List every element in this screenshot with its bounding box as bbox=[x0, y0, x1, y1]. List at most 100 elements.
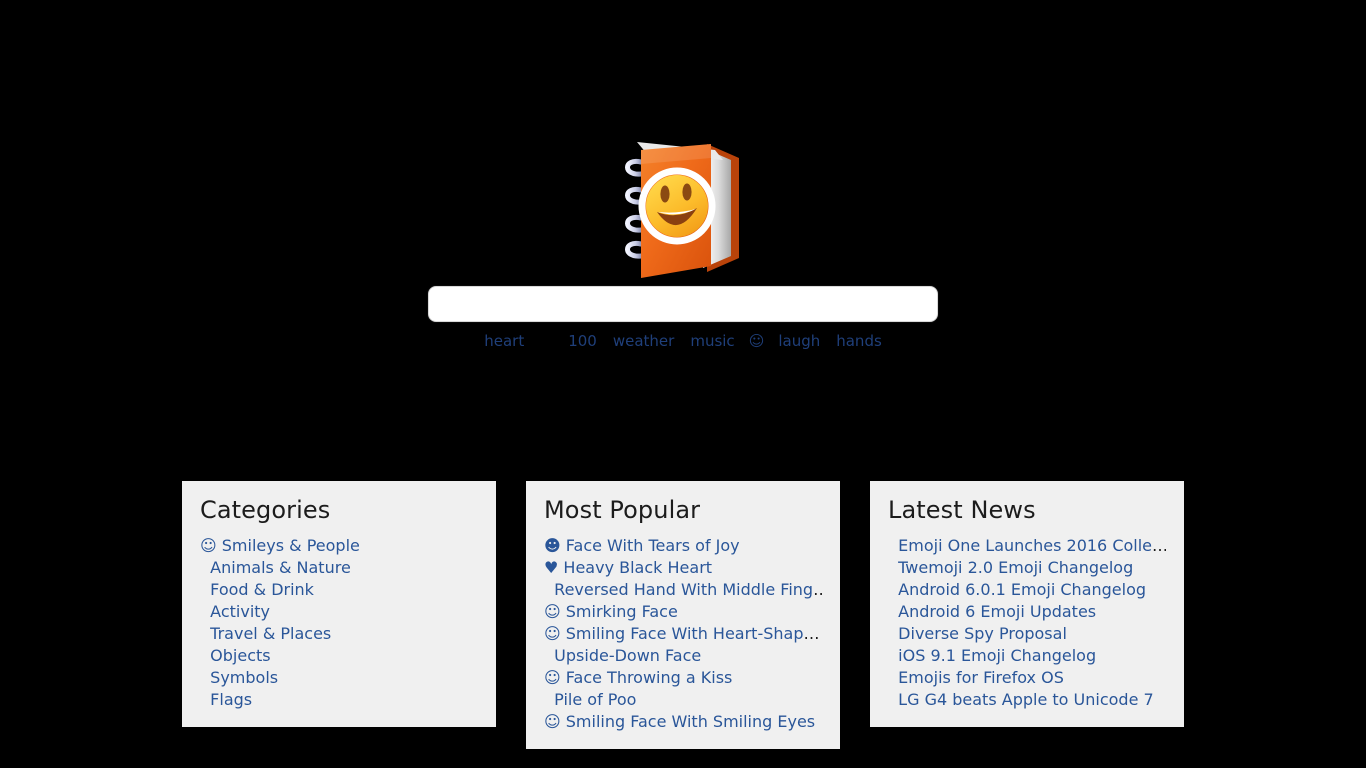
list-item: ☺ Smirking Face bbox=[544, 601, 822, 623]
list-item: Twemoji 2.0 Emoji Changelog bbox=[888, 557, 1166, 579]
list-item-label: Emoji One Launches 2016 Colle bbox=[893, 536, 1153, 555]
list-item-label: Activity bbox=[205, 602, 271, 621]
list-item: Animals & Nature bbox=[200, 557, 478, 579]
list-item-link[interactable]: ☻ Face With Tears of Joy bbox=[544, 536, 740, 555]
list-item-link[interactable]: Emojis for Firefox OS bbox=[888, 668, 1064, 687]
list-item-link[interactable]: Android 6.0.1 Emoji Changelog bbox=[888, 580, 1146, 599]
smirking-face-icon[interactable]: ☺ bbox=[749, 332, 765, 350]
list-item: Flags bbox=[200, 689, 478, 711]
list-item: ☺ Face Throwing a Kiss bbox=[544, 667, 822, 689]
list-item: ☺ Smiling Face With Heart-Shap… bbox=[544, 623, 822, 645]
list-item: ☻ Face With Tears of Joy bbox=[544, 535, 822, 557]
emojipedia-homepage: heart 100 weather music ☺ laugh hands Categori… bbox=[0, 0, 1366, 768]
panel-most-popular: Most Popular ☻ Face With Tears of Joy ♥ H… bbox=[526, 481, 840, 749]
list-item-link[interactable]: ☺ Smiling Face With Heart-Shap bbox=[544, 624, 803, 643]
list-item: Diverse Spy Proposal bbox=[888, 623, 1166, 645]
list-item-label: Twemoji 2.0 Emoji Changelog bbox=[893, 558, 1134, 577]
truncation-ellipsis: … bbox=[803, 624, 820, 643]
truncation-ellipsis: … bbox=[813, 580, 822, 599]
list-item-label: Pile of Poo bbox=[549, 690, 637, 709]
list-item-link[interactable]: ☺ Face Throwing a Kiss bbox=[544, 668, 732, 687]
list-item: Pile of Poo bbox=[544, 689, 822, 711]
list-item-link[interactable]: Animals & Nature bbox=[200, 558, 351, 577]
list-item-label: Android 6 Emoji Updates bbox=[893, 602, 1097, 621]
tag-heart[interactable]: heart bbox=[484, 332, 524, 350]
list-item-label: Emojis for Firefox OS bbox=[893, 668, 1064, 687]
list-item-link[interactable]: Emoji One Launches 2016 Colle bbox=[888, 536, 1152, 555]
tag-100[interactable]: 100 bbox=[568, 332, 597, 350]
list-item: Android 6 Emoji Updates bbox=[888, 601, 1166, 623]
panel-categories-title: Categories bbox=[200, 496, 331, 524]
list-item-link[interactable]: ♥ Heavy Black Heart bbox=[544, 558, 712, 577]
list-item-link[interactable]: Upside-Down Face bbox=[544, 646, 701, 665]
list-item: Reversed Hand With Middle Fing… bbox=[544, 579, 822, 601]
list-item-link[interactable]: Twemoji 2.0 Emoji Changelog bbox=[888, 558, 1133, 577]
list-item-label: Android 6.0.1 Emoji Changelog bbox=[893, 580, 1147, 599]
list-item-link[interactable]: Travel & Places bbox=[200, 624, 331, 643]
tag-laugh[interactable]: laugh bbox=[778, 332, 820, 350]
list-item: ☺ Smiling Face With Smiling Eyes bbox=[544, 711, 822, 733]
emoji-icon: ☺ bbox=[544, 602, 561, 621]
list-item: Travel & Places bbox=[200, 623, 478, 645]
search-row bbox=[0, 286, 1366, 322]
list-item: ♥ Heavy Black Heart bbox=[544, 557, 822, 579]
panel-categories: Categories ☺ Smileys & People Animals & … bbox=[182, 481, 496, 727]
tag-hands[interactable]: hands bbox=[836, 332, 882, 350]
list-item: Objects bbox=[200, 645, 478, 667]
emoji-icon: ☺ bbox=[200, 536, 217, 555]
list-item-link[interactable]: Diverse Spy Proposal bbox=[888, 624, 1067, 643]
list-item-label: Travel & Places bbox=[205, 624, 332, 643]
list-item-link[interactable]: iOS 9.1 Emoji Changelog bbox=[888, 646, 1096, 665]
list-item-link[interactable]: ☺ Smiling Face With Smiling Eyes bbox=[544, 712, 815, 731]
list-item-link[interactable]: Objects bbox=[200, 646, 270, 665]
list-item: Food & Drink bbox=[200, 579, 478, 601]
notebook-with-decorative-cover-icon bbox=[625, 142, 739, 278]
list-item-label: Flags bbox=[205, 690, 253, 709]
list-item-link[interactable]: ☺ Smileys & People bbox=[200, 536, 360, 555]
list-item: Emoji One Launches 2016 Colle… bbox=[888, 535, 1166, 557]
search-input[interactable] bbox=[428, 286, 938, 322]
list-item: Emojis for Firefox OS bbox=[888, 667, 1166, 689]
latest-news-list: Emoji One Launches 2016 Colle… Twemoji 2… bbox=[888, 535, 1166, 711]
emoji-icon: ☺ bbox=[544, 712, 561, 731]
list-item-label: Smileys & People bbox=[216, 536, 360, 555]
list-item-link[interactable]: Reversed Hand With Middle Fing bbox=[544, 580, 813, 599]
tag-music[interactable]: music bbox=[690, 332, 734, 350]
list-item-label: Symbols bbox=[205, 668, 279, 687]
list-item-link[interactable]: Pile of Poo bbox=[544, 690, 636, 709]
list-item-label: LG G4 beats Apple to Unicode 7 bbox=[893, 690, 1154, 709]
content-columns: Categories ☺ Smileys & People Animals & … bbox=[182, 481, 1184, 761]
truncation-ellipsis: … bbox=[1152, 536, 1166, 555]
list-item-label: Heavy Black Heart bbox=[558, 558, 713, 577]
list-item-label: Reversed Hand With Middle Fing bbox=[549, 580, 814, 599]
list-item-label: Face Throwing a Kiss bbox=[560, 668, 733, 687]
panel-latest-news-title: Latest News bbox=[888, 496, 1036, 524]
list-item-label: iOS 9.1 Emoji Changelog bbox=[893, 646, 1097, 665]
list-item-label: Diverse Spy Proposal bbox=[893, 624, 1067, 643]
list-item: Activity bbox=[200, 601, 478, 623]
list-item-label: Face With Tears of Joy bbox=[560, 536, 740, 555]
list-item: ☺ Smileys & People bbox=[200, 535, 478, 557]
list-item-link[interactable]: Flags bbox=[200, 690, 252, 709]
panel-most-popular-title: Most Popular bbox=[544, 496, 701, 524]
list-item-link[interactable]: Android 6 Emoji Updates bbox=[888, 602, 1096, 621]
list-item: Upside-Down Face bbox=[544, 645, 822, 667]
list-item-link[interactable]: LG G4 beats Apple to Unicode 7 bbox=[888, 690, 1154, 709]
categories-list: ☺ Smileys & People Animals & Nature Food… bbox=[200, 535, 478, 711]
emoji-icon: ☺ bbox=[544, 624, 561, 643]
list-item-link[interactable]: Symbols bbox=[200, 668, 278, 687]
list-item-link[interactable]: ☺ Smirking Face bbox=[544, 602, 678, 621]
site-logo[interactable] bbox=[0, 128, 1366, 288]
emoji-icon: ♥ bbox=[544, 558, 559, 577]
suggested-tags: heart 100 weather music ☺ laugh hands bbox=[0, 330, 1366, 352]
list-item-label: Upside-Down Face bbox=[549, 646, 702, 665]
list-item-link[interactable]: Food & Drink bbox=[200, 580, 314, 599]
list-item: iOS 9.1 Emoji Changelog bbox=[888, 645, 1166, 667]
list-item: LG G4 beats Apple to Unicode 7 bbox=[888, 689, 1166, 711]
list-item-link[interactable]: Activity bbox=[200, 602, 270, 621]
list-item: Symbols bbox=[200, 667, 478, 689]
list-item: Android 6.0.1 Emoji Changelog bbox=[888, 579, 1166, 601]
tag-weather[interactable]: weather bbox=[613, 332, 674, 350]
emoji-icon: ☻ bbox=[544, 536, 561, 555]
list-item-label: Animals & Nature bbox=[205, 558, 351, 577]
